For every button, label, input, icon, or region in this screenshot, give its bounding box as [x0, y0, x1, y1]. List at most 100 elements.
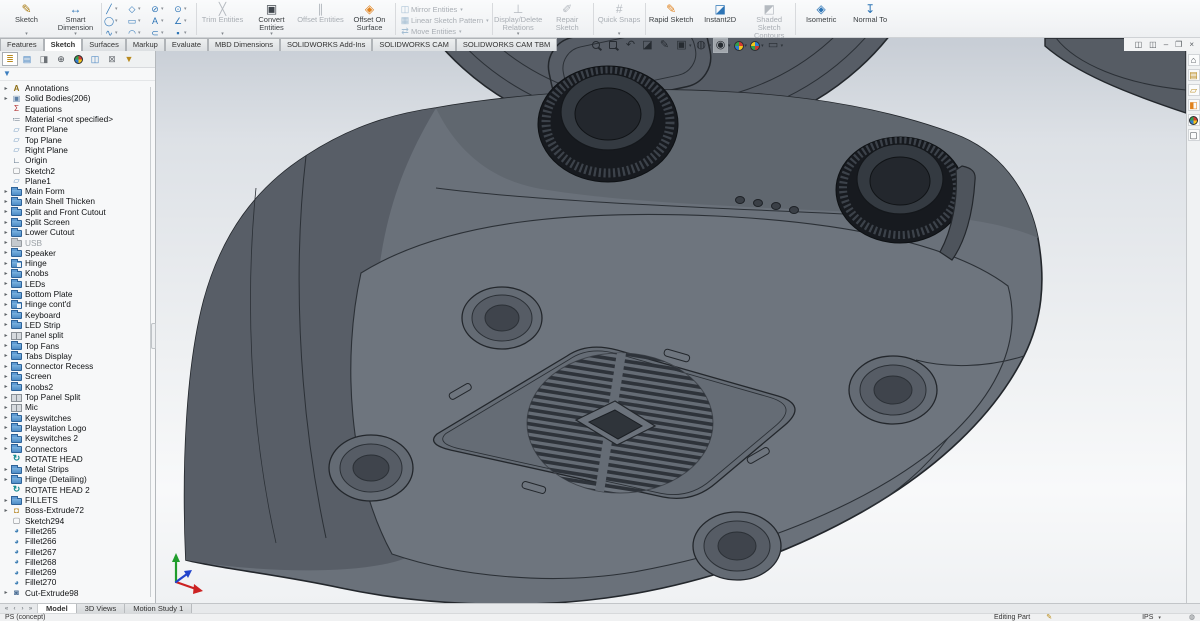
model-3d-render[interactable]: [156, 38, 1186, 603]
tab-nav-arrow[interactable]: ›: [19, 606, 26, 612]
expand-arrow-icon[interactable]: ▸: [2, 311, 10, 318]
headsup-icon[interactable]: ↶: [624, 39, 637, 52]
expand-arrow-icon[interactable]: ▸: [2, 188, 10, 195]
toolbar-button[interactable]: ▣ Convert Entities ▾: [247, 1, 296, 37]
feature-tree-item[interactable]: Right Plane: [2, 145, 155, 155]
task-pane-tab[interactable]: ▤: [1188, 69, 1200, 81]
feature-tree-item[interactable]: ▸ Hinge (Detailing): [2, 474, 155, 484]
task-pane-tab[interactable]: ◧: [1188, 99, 1200, 111]
dropdown-caret-icon[interactable]: ▾: [161, 6, 164, 12]
feature-tree-item[interactable]: Fillet265: [2, 526, 155, 536]
feature-tree-item[interactable]: ▸ Annotations: [2, 83, 155, 93]
sketch-entity-button[interactable]: ◯ ▾: [103, 15, 126, 26]
tab-nav-arrow[interactable]: »: [27, 606, 34, 612]
dropdown-caret-icon[interactable]: ▾: [115, 6, 118, 12]
document-tab[interactable]: Model: [38, 604, 77, 613]
featuremanager-tab[interactable]: ▤: [19, 52, 35, 66]
filter-funnel-icon[interactable]: ▼: [3, 69, 11, 79]
toolbar-row-button[interactable]: ⇄ Move Entities ▾: [397, 26, 491, 37]
model-knob-right[interactable]: [836, 137, 964, 243]
expand-arrow-icon[interactable]: ▸: [2, 445, 10, 452]
toolbar-button[interactable]: ╳ Trim Entities ▾: [198, 1, 247, 37]
toolbar-button[interactable]: ◪ Instant2D: [696, 1, 745, 37]
expand-arrow-icon[interactable]: ▸: [2, 589, 10, 596]
task-pane-tab[interactable]: ⌂: [1188, 54, 1200, 66]
dropdown-caret-icon[interactable]: ▾: [161, 30, 164, 36]
window-button[interactable]: ×: [1189, 39, 1194, 51]
expand-arrow-icon[interactable]: ▸: [2, 466, 10, 473]
expand-arrow-icon[interactable]: ▸: [2, 435, 10, 442]
dropdown-caret-icon[interactable]: ▾: [138, 30, 141, 36]
commandmanager-tab[interactable]: MBD Dimensions: [208, 38, 280, 51]
feature-tree-item[interactable]: ▸ Tabs Display: [2, 351, 155, 361]
headsup-icon[interactable]: ▣: [675, 39, 688, 52]
feature-tree-item[interactable]: ▸ Main Shell Thicken: [2, 196, 155, 206]
feature-tree-item[interactable]: Plane1: [2, 176, 155, 186]
feature-tree-item[interactable]: Fillet269: [2, 567, 155, 577]
feature-tree-item[interactable]: ▸ USB: [2, 237, 155, 247]
dropdown-caret-icon[interactable]: ▾: [74, 32, 77, 37]
feature-tree-item[interactable]: Fillet270: [2, 577, 155, 587]
expand-arrow-icon[interactable]: ▸: [2, 95, 10, 102]
toolbar-button[interactable]: ✎ Rapid Sketch: [647, 1, 696, 37]
featuremanager-tab[interactable]: ⊠: [104, 52, 120, 66]
dropdown-caret-icon[interactable]: ▾: [745, 43, 748, 49]
sketch-entity-button[interactable]: A ▾: [149, 15, 172, 26]
dropdown-caret-icon[interactable]: ▾: [517, 32, 520, 37]
featuremanager-tab[interactable]: ◨: [36, 52, 52, 66]
document-tab[interactable]: 3D Views: [77, 604, 126, 613]
headsup-icon[interactable]: ▭: [767, 39, 780, 52]
dropdown-caret-icon[interactable]: ▾: [138, 6, 141, 12]
feature-tree-item[interactable]: Fillet268: [2, 557, 155, 567]
feature-tree-item[interactable]: Top Plane: [2, 134, 155, 144]
toolbar-button[interactable]: ◈ Isometric: [797, 1, 846, 37]
dropdown-caret-icon[interactable]: ▾: [25, 32, 28, 37]
units-label[interactable]: IPS: [1142, 614, 1153, 621]
feature-tree-item[interactable]: ROTATE HEAD 2: [2, 485, 155, 495]
feature-tree-item[interactable]: Fillet266: [2, 536, 155, 546]
sketch-entity-button[interactable]: ⊙ ▾: [172, 3, 195, 14]
model-foot[interactable]: [462, 287, 542, 349]
toolbar-button[interactable]: ✐ Repair Sketch: [543, 1, 592, 37]
expand-arrow-icon[interactable]: ▸: [2, 414, 10, 421]
toolbar-button[interactable]: # Quick Snaps ▾: [595, 1, 644, 37]
feature-tree-item[interactable]: Sketch294: [2, 515, 155, 525]
feature-tree-item[interactable]: Equations: [2, 104, 155, 114]
toolbar-button[interactable]: ↔ Smart Dimension ▾: [51, 1, 100, 37]
toolbar-row-button[interactable]: ◫ Mirror Entities ▾: [397, 4, 491, 15]
dropdown-caret-icon[interactable]: ▾: [161, 18, 164, 24]
featuremanager-tab[interactable]: ≣: [2, 52, 18, 66]
headsup-icon[interactable]: ◉: [714, 39, 727, 52]
tab-nav-arrow[interactable]: ‹: [11, 606, 18, 612]
toolbar-button[interactable]: ◩ Shaded Sketch Contours: [745, 1, 794, 37]
commandmanager-tab[interactable]: Evaluate: [165, 38, 208, 51]
feature-tree-item[interactable]: Origin: [2, 155, 155, 165]
feature-tree-item[interactable]: ▸ Top Fans: [2, 340, 155, 350]
task-pane-tab[interactable]: [1188, 114, 1200, 126]
feature-tree-item[interactable]: ▸ Mic: [2, 402, 155, 412]
dropdown-caret-icon[interactable]: ▾: [270, 32, 273, 37]
dropdown-caret-icon[interactable]: ▾: [184, 30, 187, 36]
featuremanager-tab[interactable]: ◫: [87, 52, 103, 66]
feature-tree-item[interactable]: ▸ Lower Cutout: [2, 227, 155, 237]
model-knob-left[interactable]: [538, 66, 678, 182]
window-button[interactable]: ◫: [1149, 39, 1157, 51]
sketch-entity-button[interactable]: ◠ ▾: [126, 27, 149, 38]
headsup-icon[interactable]: ✎: [658, 39, 671, 52]
expand-arrow-icon[interactable]: ▸: [2, 507, 10, 514]
commandmanager-tab[interactable]: SOLIDWORKS CAM: [372, 38, 456, 51]
expand-arrow-icon[interactable]: ▸: [2, 497, 10, 504]
expand-arrow-icon[interactable]: ▸: [2, 229, 10, 236]
sketch-entity-button[interactable]: ▭ ▾: [126, 15, 149, 26]
expand-arrow-icon[interactable]: ▸: [2, 219, 10, 226]
commandmanager-tab[interactable]: Markup: [126, 38, 165, 51]
feature-tree-item[interactable]: Material <not specified>: [2, 114, 155, 124]
feature-tree-item[interactable]: ▸ FILLETS: [2, 495, 155, 505]
expand-arrow-icon[interactable]: ▸: [2, 383, 10, 390]
sketch-entity-button[interactable]: ∿ ▾: [103, 27, 126, 38]
feature-tree-item[interactable]: ROTATE HEAD: [2, 454, 155, 464]
commandmanager-tab[interactable]: Features: [0, 38, 44, 51]
feature-tree-item[interactable]: ▸ Panel split: [2, 330, 155, 340]
featuremanager-tab[interactable]: [70, 52, 86, 66]
expand-arrow-icon[interactable]: ▸: [2, 352, 10, 359]
